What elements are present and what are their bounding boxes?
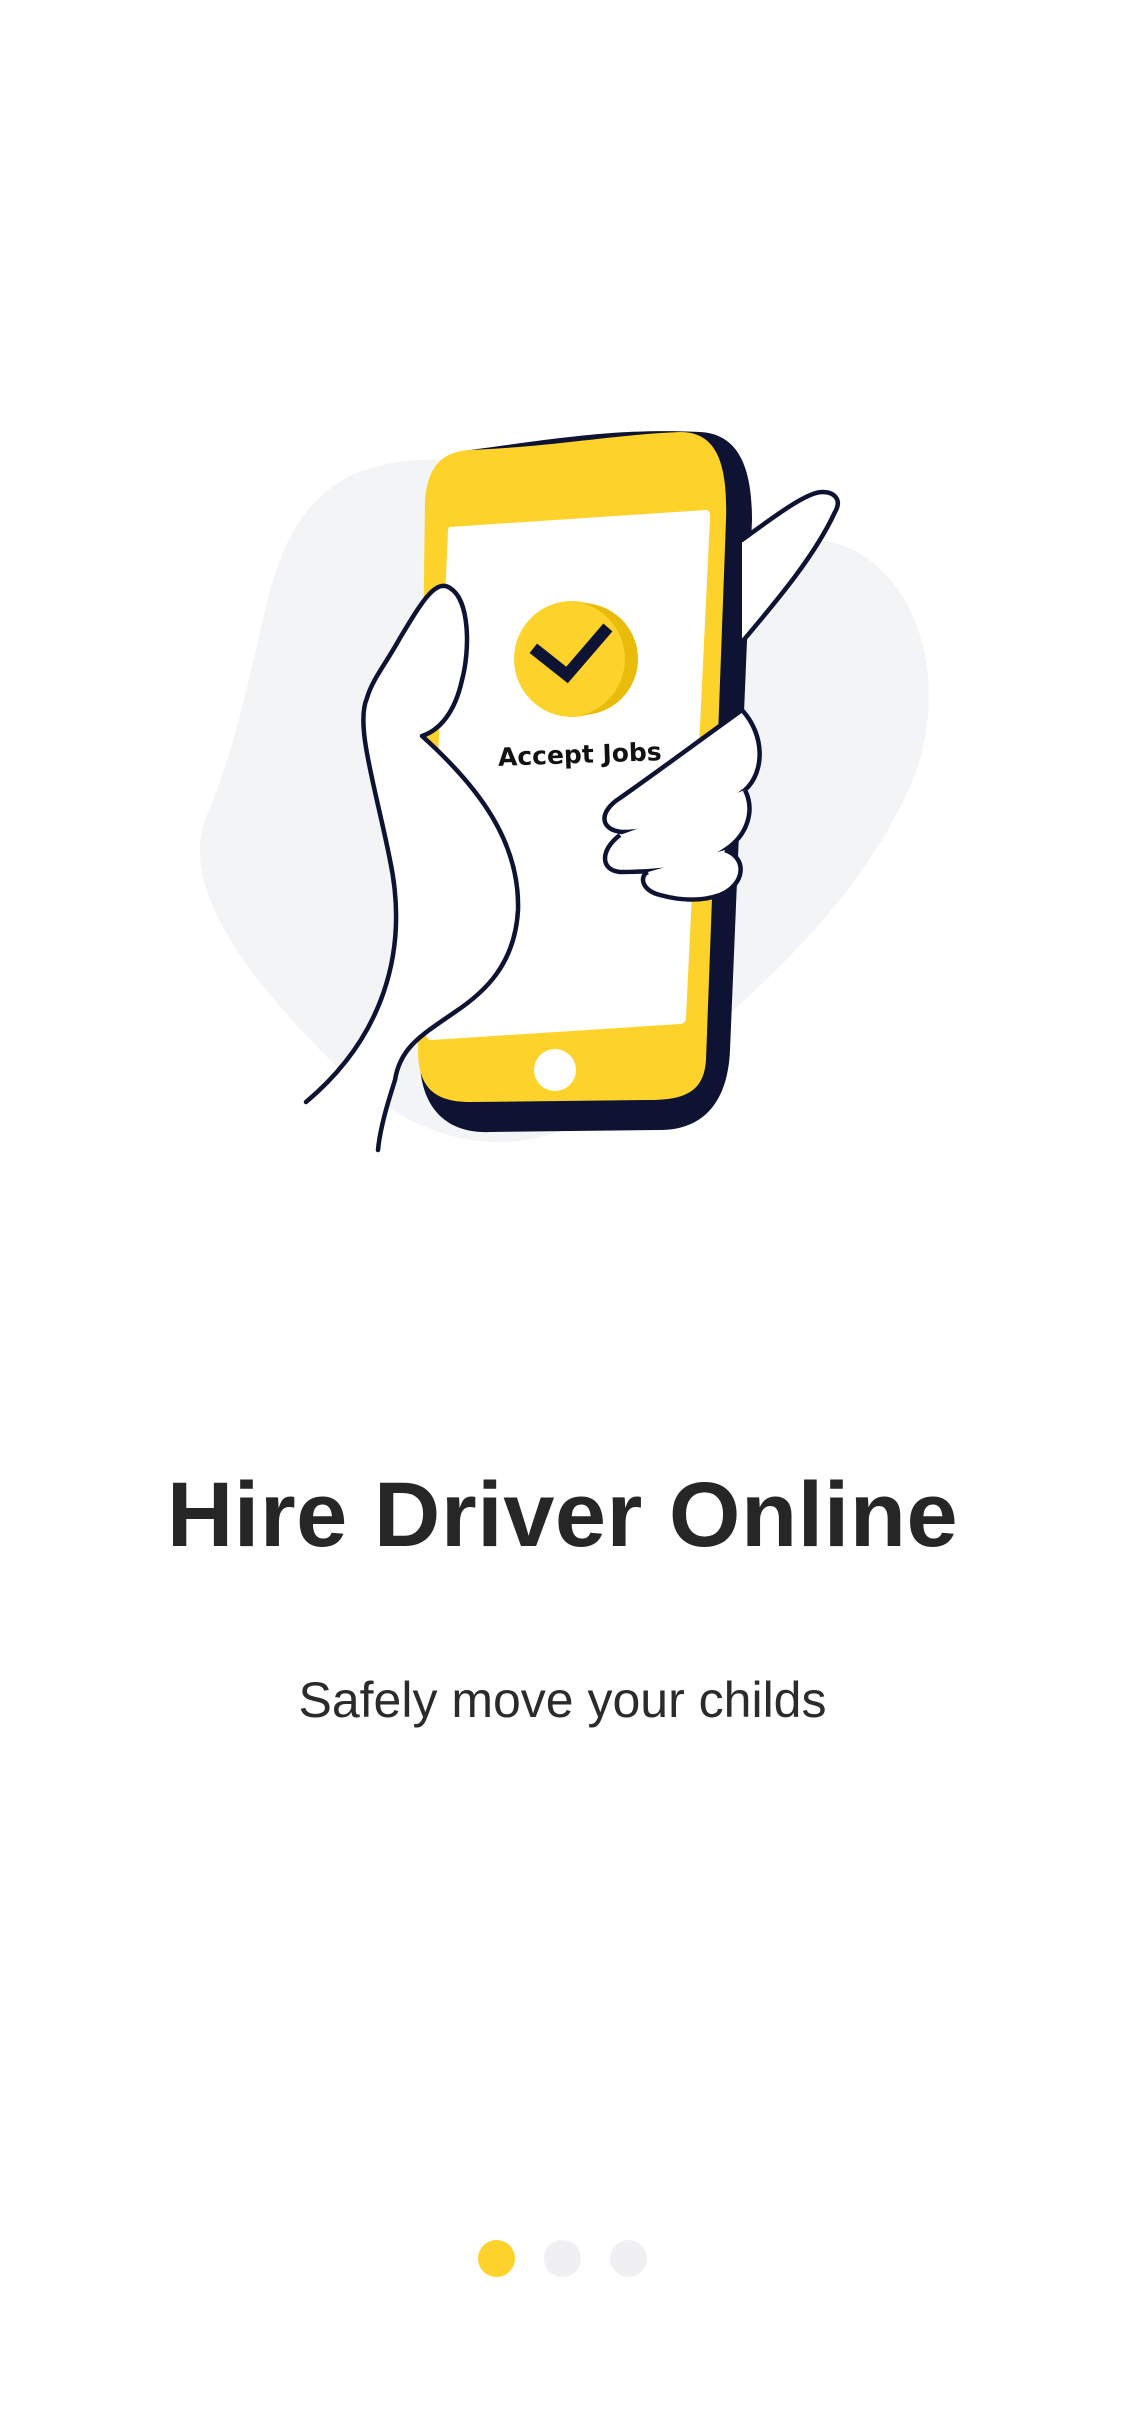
page-indicator [0,2240,1125,2280]
hand-holding-phone-illustration: Accept Jobs [0,380,1125,1200]
phone-home-button [534,1049,576,1091]
phone-screen-label: Accept Jobs [497,737,662,772]
page-dot-1[interactable] [478,2240,515,2277]
check-circle-icon [514,601,638,717]
page-dot-2[interactable] [544,2240,581,2277]
phone-illustration-svg: Accept Jobs [199,431,929,1153]
onboarding-title: Hire Driver Online [166,1464,959,1566]
page-dot-3[interactable] [610,2240,647,2277]
onboarding-subtitle: Safely move your childs [298,1672,827,1728]
onboarding-screen: Accept Jobs Hire Driver Online Safely mo… [0,0,1125,2436]
